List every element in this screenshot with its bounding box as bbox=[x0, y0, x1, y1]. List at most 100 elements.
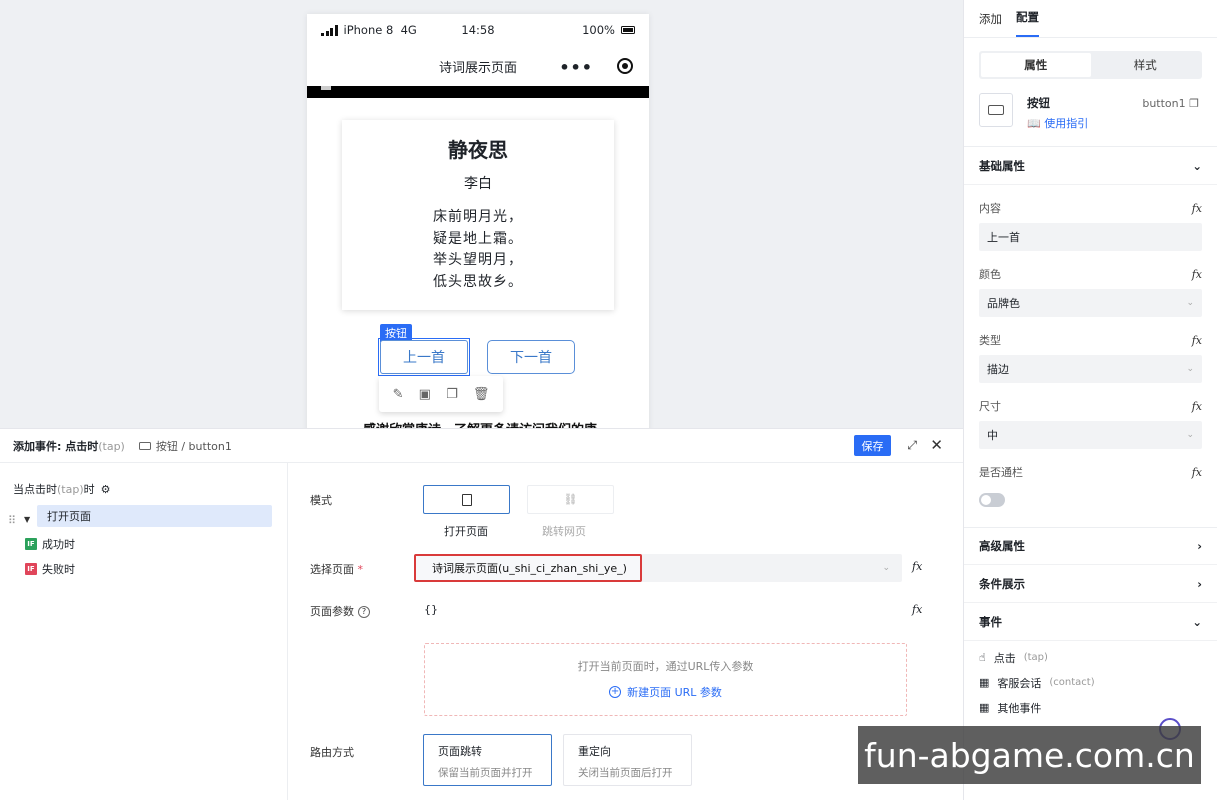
if-badge: IF bbox=[25, 537, 37, 550]
route-navigate-card[interactable]: 页面跳转 保留当前页面并打开 bbox=[423, 734, 552, 786]
mode-label: 模式 bbox=[310, 494, 332, 507]
component-name: 按钮 bbox=[1027, 96, 1050, 110]
add-url-param-button[interactable]: + 新建页面 URL 参数 bbox=[425, 684, 906, 700]
tab-config[interactable]: 配置 bbox=[1016, 9, 1039, 37]
chevron-right-icon: › bbox=[1197, 576, 1202, 591]
page-title: 诗词展示页面 bbox=[438, 60, 517, 76]
chevron-down-icon: ⌄ bbox=[1186, 430, 1194, 440]
gear-icon[interactable]: ⚙ bbox=[101, 483, 111, 496]
question-icon[interactable]: ? bbox=[358, 606, 370, 618]
poem-lines: 床前明月光， 疑是地上霜。 举头望明月， 低头思故乡。 bbox=[342, 207, 614, 293]
chevron-down-icon: ⌄ bbox=[1186, 298, 1194, 308]
route-label: 路由方式 bbox=[310, 746, 354, 759]
params-label: 页面参数? bbox=[310, 603, 370, 619]
prop-content: 内容 fx 上一首 bbox=[964, 193, 1217, 251]
mode-web-label: 跳转网页 bbox=[542, 525, 586, 538]
status-time: 14:58 bbox=[461, 23, 495, 37]
route-redirect-card[interactable]: 重定向 关闭当前页面后打开 bbox=[563, 734, 692, 786]
config-panel: 添加 配置 属性 样式 按钮 📖 使用指引 button1 ❐ 基础属性 ⌄ 内容… bbox=[963, 0, 1217, 800]
poem-line: 低头思故乡。 bbox=[433, 273, 523, 290]
fx-icon[interactable]: fx bbox=[912, 560, 922, 573]
prop-size: 尺寸 fx 中 ⌄ bbox=[964, 391, 1217, 449]
tree-item-fail[interactable]: IF 失败时 bbox=[0, 556, 287, 581]
usage-guide-link[interactable]: 📖 使用指引 bbox=[1027, 115, 1088, 131]
copy-icon[interactable]: ❐ bbox=[446, 387, 458, 402]
status-bar: iPhone 8 4G 14:58 100% bbox=[307, 14, 649, 46]
tree-item-success[interactable]: IF 成功时 bbox=[0, 531, 287, 556]
size-select[interactable]: 中 ⌄ bbox=[979, 421, 1202, 449]
section-advanced-properties[interactable]: 高级属性 › bbox=[964, 527, 1217, 565]
fx-icon[interactable]: fx bbox=[1192, 466, 1202, 479]
section-condition-display[interactable]: 条件展示 › bbox=[964, 565, 1217, 603]
params-hint: 打开当前页面时，通过URL传入参数 bbox=[577, 660, 754, 673]
section-events[interactable]: 事件 ⌄ bbox=[964, 603, 1217, 641]
next-poem-button[interactable]: 下一首 bbox=[487, 340, 575, 374]
event-tap[interactable]: ☝ 点击 (tap) bbox=[964, 645, 1217, 670]
mode-open-page-card[interactable] bbox=[423, 485, 510, 514]
prev-poem-button[interactable]: 上一首 bbox=[380, 340, 468, 374]
event-editor-panel: 添加事件: 点击时(tap) 按钮 / button1 保存 ⤢ ✕ 当点击时(… bbox=[0, 428, 963, 800]
poem-line: 疑是地上霜。 bbox=[433, 230, 523, 247]
capsule-close-icon[interactable] bbox=[617, 58, 633, 74]
button-icon bbox=[138, 441, 151, 450]
tap-icon: ☝ bbox=[979, 651, 986, 664]
fx-icon[interactable]: fx bbox=[1192, 334, 1202, 347]
chevron-right-icon: › bbox=[1197, 539, 1202, 553]
chevron-down-icon: ⌄ bbox=[1186, 364, 1194, 374]
caret-down-icon[interactable]: ▼ bbox=[24, 515, 30, 524]
close-icon[interactable]: ✕ bbox=[930, 436, 943, 454]
tree-header: 当点击时(tap)时 ⚙ bbox=[13, 482, 111, 497]
footer-text: 感谢欣赏唐诗，了解更多请访问我们的唐 bbox=[363, 419, 597, 428]
phone-preview: iPhone 8 4G 14:58 100% 诗词展示页面 ••• 静夜思 李白… bbox=[307, 14, 649, 428]
select-page-value[interactable]: 诗词展示页面(u_shi_ci_zhan_shi_ye_) bbox=[414, 554, 642, 582]
component-header: 按钮 📖 使用指引 button1 ❐ bbox=[964, 79, 1217, 147]
event-contact[interactable]: ▦ 客服会话 (contact) bbox=[964, 670, 1217, 695]
action-tree: 当点击时(tap)时 ⚙ ⠿ ▼ 打开页面 IF 成功时 IF 失败时 bbox=[0, 463, 288, 800]
calendar-icon: ▦ bbox=[979, 676, 990, 689]
book-icon: 📖 bbox=[1027, 117, 1041, 130]
fx-icon[interactable]: fx bbox=[912, 603, 922, 616]
plus-circle-icon: + bbox=[609, 686, 622, 698]
copy-id-icon[interactable]: ❐ bbox=[1189, 97, 1199, 110]
segment-attributes[interactable]: 属性 bbox=[981, 53, 1091, 77]
edit-icon[interactable]: ✎ bbox=[393, 387, 404, 402]
section-basic-properties[interactable]: 基础属性 ⌄ bbox=[964, 147, 1217, 185]
drag-handle-icon[interactable]: ⠿ bbox=[8, 514, 16, 527]
tree-item-open-page[interactable]: 打开页面 bbox=[37, 505, 272, 527]
delete-icon[interactable]: 🗑 bbox=[473, 387, 490, 402]
save-button[interactable]: 保存 bbox=[854, 435, 891, 456]
poem-line: 举头望明月， bbox=[433, 252, 523, 268]
expand-icon[interactable]: ⤢ bbox=[907, 438, 917, 453]
calendar-icon: ▦ bbox=[979, 701, 990, 714]
nav-bar: 诗词展示页面 ••• bbox=[307, 46, 649, 86]
type-select[interactable]: 描边 ⌄ bbox=[979, 355, 1202, 383]
select-page-label: 选择页面 * bbox=[310, 563, 363, 576]
battery-icon bbox=[621, 26, 635, 34]
tab-add[interactable]: 添加 bbox=[979, 11, 1002, 37]
chevron-down-icon: ⌄ bbox=[1192, 158, 1202, 173]
full-width-toggle[interactable] bbox=[979, 493, 1005, 507]
prop-full-width: 是否通栏 fx bbox=[964, 457, 1217, 527]
poem-author: 李白 bbox=[464, 176, 492, 192]
if-badge: IF bbox=[25, 562, 37, 575]
fx-icon[interactable]: fx bbox=[1192, 268, 1202, 281]
segment-style[interactable]: 样式 bbox=[1091, 53, 1201, 77]
design-canvas[interactable]: iPhone 8 4G 14:58 100% 诗词展示页面 ••• 静夜思 李白… bbox=[0, 0, 963, 428]
fx-icon[interactable]: fx bbox=[1192, 400, 1202, 413]
event-other[interactable]: ▦ 其他事件 bbox=[964, 695, 1217, 720]
more-icon[interactable]: ••• bbox=[559, 58, 593, 77]
prop-type: 类型 fx 描边 ⌄ bbox=[964, 325, 1217, 383]
color-select[interactable]: 品牌色 ⌄ bbox=[979, 289, 1202, 317]
poem-title: 静夜思 bbox=[448, 138, 508, 162]
watermark: fun-abgame.com.cn bbox=[858, 726, 1201, 784]
event-panel-header: 添加事件: 点击时(tap) 按钮 / button1 保存 ⤢ ✕ bbox=[0, 429, 963, 463]
poem-card[interactable]: 静夜思 李白 床前明月光， 疑是地上霜。 举头望明月， 低头思故乡。 bbox=[342, 120, 614, 310]
breadcrumb: 按钮 / button1 bbox=[138, 438, 232, 454]
button-component-icon bbox=[979, 93, 1013, 127]
poem-line: 床前明月光， bbox=[433, 209, 523, 225]
fx-icon[interactable]: fx bbox=[1192, 202, 1202, 215]
mode-web-card[interactable]: ⛓ bbox=[527, 485, 614, 514]
save-icon[interactable]: ▣ bbox=[419, 387, 431, 402]
content-input[interactable]: 上一首 bbox=[979, 223, 1202, 251]
component-id: button1 ❐ bbox=[1142, 97, 1199, 110]
